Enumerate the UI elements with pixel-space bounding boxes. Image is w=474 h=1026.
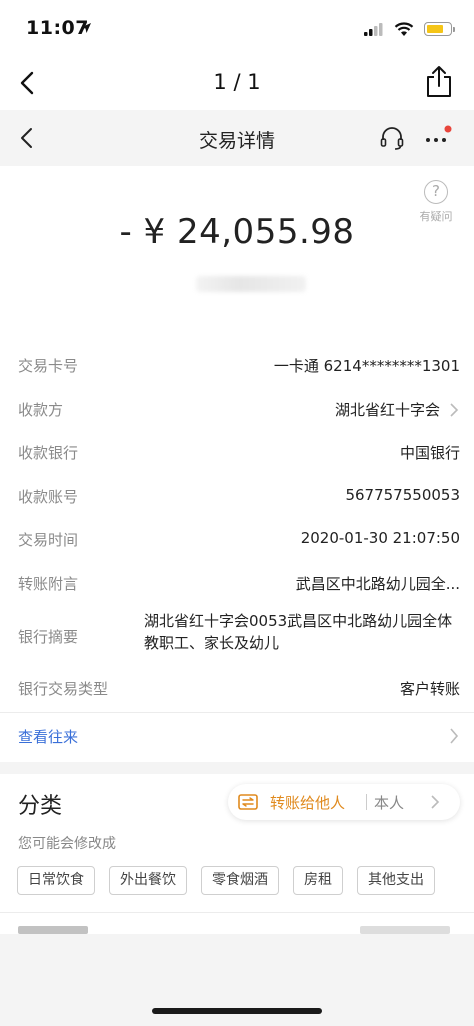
- status-icons: [364, 20, 455, 38]
- category-title: 分类: [18, 794, 63, 819]
- cellular-signal-icon: [364, 23, 383, 36]
- detail-label: 收款方: [18, 400, 64, 419]
- detail-label: 收款账号: [18, 487, 79, 506]
- location-arrow-icon: [81, 23, 91, 33]
- customer-service-headset-icon[interactable]: [378, 124, 406, 152]
- divider: [0, 712, 474, 713]
- detail-row-card-number: 交易卡号 一卡通 6214********1301: [0, 344, 474, 388]
- category-hint: 您可能会修改成: [18, 836, 116, 852]
- category-tag[interactable]: 其他支出: [357, 866, 435, 895]
- detail-row-transaction-type: 银行交易类型 客户转账: [0, 667, 474, 711]
- inner-nav-bar: 交易详情: [0, 110, 474, 166]
- detail-label: 银行交易类型: [18, 680, 109, 698]
- transfer-icon: [238, 794, 258, 810]
- notification-dot: [444, 125, 452, 133]
- detail-value[interactable]: 湖北省红十字会: [335, 399, 440, 420]
- chevron-right-icon: [450, 402, 459, 417]
- detail-row-payee-account: 收款账号 567757550053: [0, 475, 474, 519]
- page-counter: 1 / 1: [213, 70, 261, 94]
- category-owner: 本人: [374, 794, 405, 812]
- transaction-detail-list: 交易卡号 一卡通 6214********1301 收款方 湖北省红十字会 收款…: [0, 344, 474, 711]
- view-history-link[interactable]: 查看往来: [0, 714, 474, 758]
- detail-label: 转账附言: [18, 574, 79, 593]
- view-history-label: 查看往来: [18, 728, 79, 746]
- wifi-icon: [394, 21, 414, 36]
- chevron-right-icon: [450, 728, 459, 744]
- battery-icon: [424, 22, 455, 36]
- cut-off-row: [0, 912, 474, 934]
- transaction-amount: - ¥ 24,055.98: [119, 212, 355, 252]
- chevron-right-icon: [431, 795, 440, 809]
- detail-row-remark: 转账附言 武昌区中北路幼儿园全...: [0, 562, 474, 606]
- detail-label: 收款银行: [18, 444, 79, 462]
- detail-value: 一卡通 6214********1301: [273, 357, 460, 375]
- separator: [366, 794, 367, 810]
- category-tag[interactable]: 房租: [293, 866, 343, 895]
- category-type: 转账给他人: [270, 794, 346, 812]
- category-suggestions: 日常饮食 外出餐饮 零食烟酒 房租 其他支出: [17, 866, 435, 895]
- divider: [0, 912, 474, 913]
- detail-value: 武昌区中北路幼儿园全...: [295, 574, 460, 593]
- question-icon: ?: [424, 180, 448, 204]
- detail-value: 2020-01-30 21:07:50: [300, 529, 460, 547]
- detail-value: 客户转账: [399, 680, 460, 698]
- cut-off-text: [18, 926, 88, 934]
- section-gap: [0, 762, 474, 774]
- blurred-redacted-text: [196, 276, 306, 292]
- detail-label: 交易卡号: [18, 357, 79, 375]
- detail-label: 银行摘要: [18, 628, 79, 646]
- home-indicator: [152, 1008, 322, 1014]
- detail-value: 567757550053: [345, 485, 460, 504]
- detail-row-payee[interactable]: 收款方 湖北省红十字会: [0, 388, 474, 432]
- cut-off-text: [360, 926, 450, 934]
- category-tag[interactable]: 日常饮食: [17, 866, 95, 895]
- detail-row-payee-bank: 收款银行 中国银行: [0, 431, 474, 475]
- outer-nav-bar: 1 / 1: [0, 56, 474, 110]
- detail-value: 湖北省红十字会0053武昌区中北路幼儿园全体教职工、家长及幼儿: [144, 612, 453, 652]
- category-selector[interactable]: 转账给他人 本人: [228, 784, 460, 820]
- detail-row-bank-summary: 银行摘要 湖北省红十字会0053武昌区中北路幼儿园全体教职工、家长及幼儿: [0, 605, 474, 667]
- detail-row-time: 交易时间 2020-01-30 21:07:50: [0, 518, 474, 562]
- share-icon[interactable]: [422, 64, 456, 100]
- category-tag[interactable]: 零食烟酒: [201, 866, 279, 895]
- more-options-icon[interactable]: [422, 124, 452, 152]
- detail-value: 中国银行: [399, 444, 460, 462]
- detail-label: 交易时间: [18, 531, 79, 549]
- category-tag[interactable]: 外出餐饮: [109, 866, 187, 895]
- status-bar: 11:07: [0, 0, 474, 56]
